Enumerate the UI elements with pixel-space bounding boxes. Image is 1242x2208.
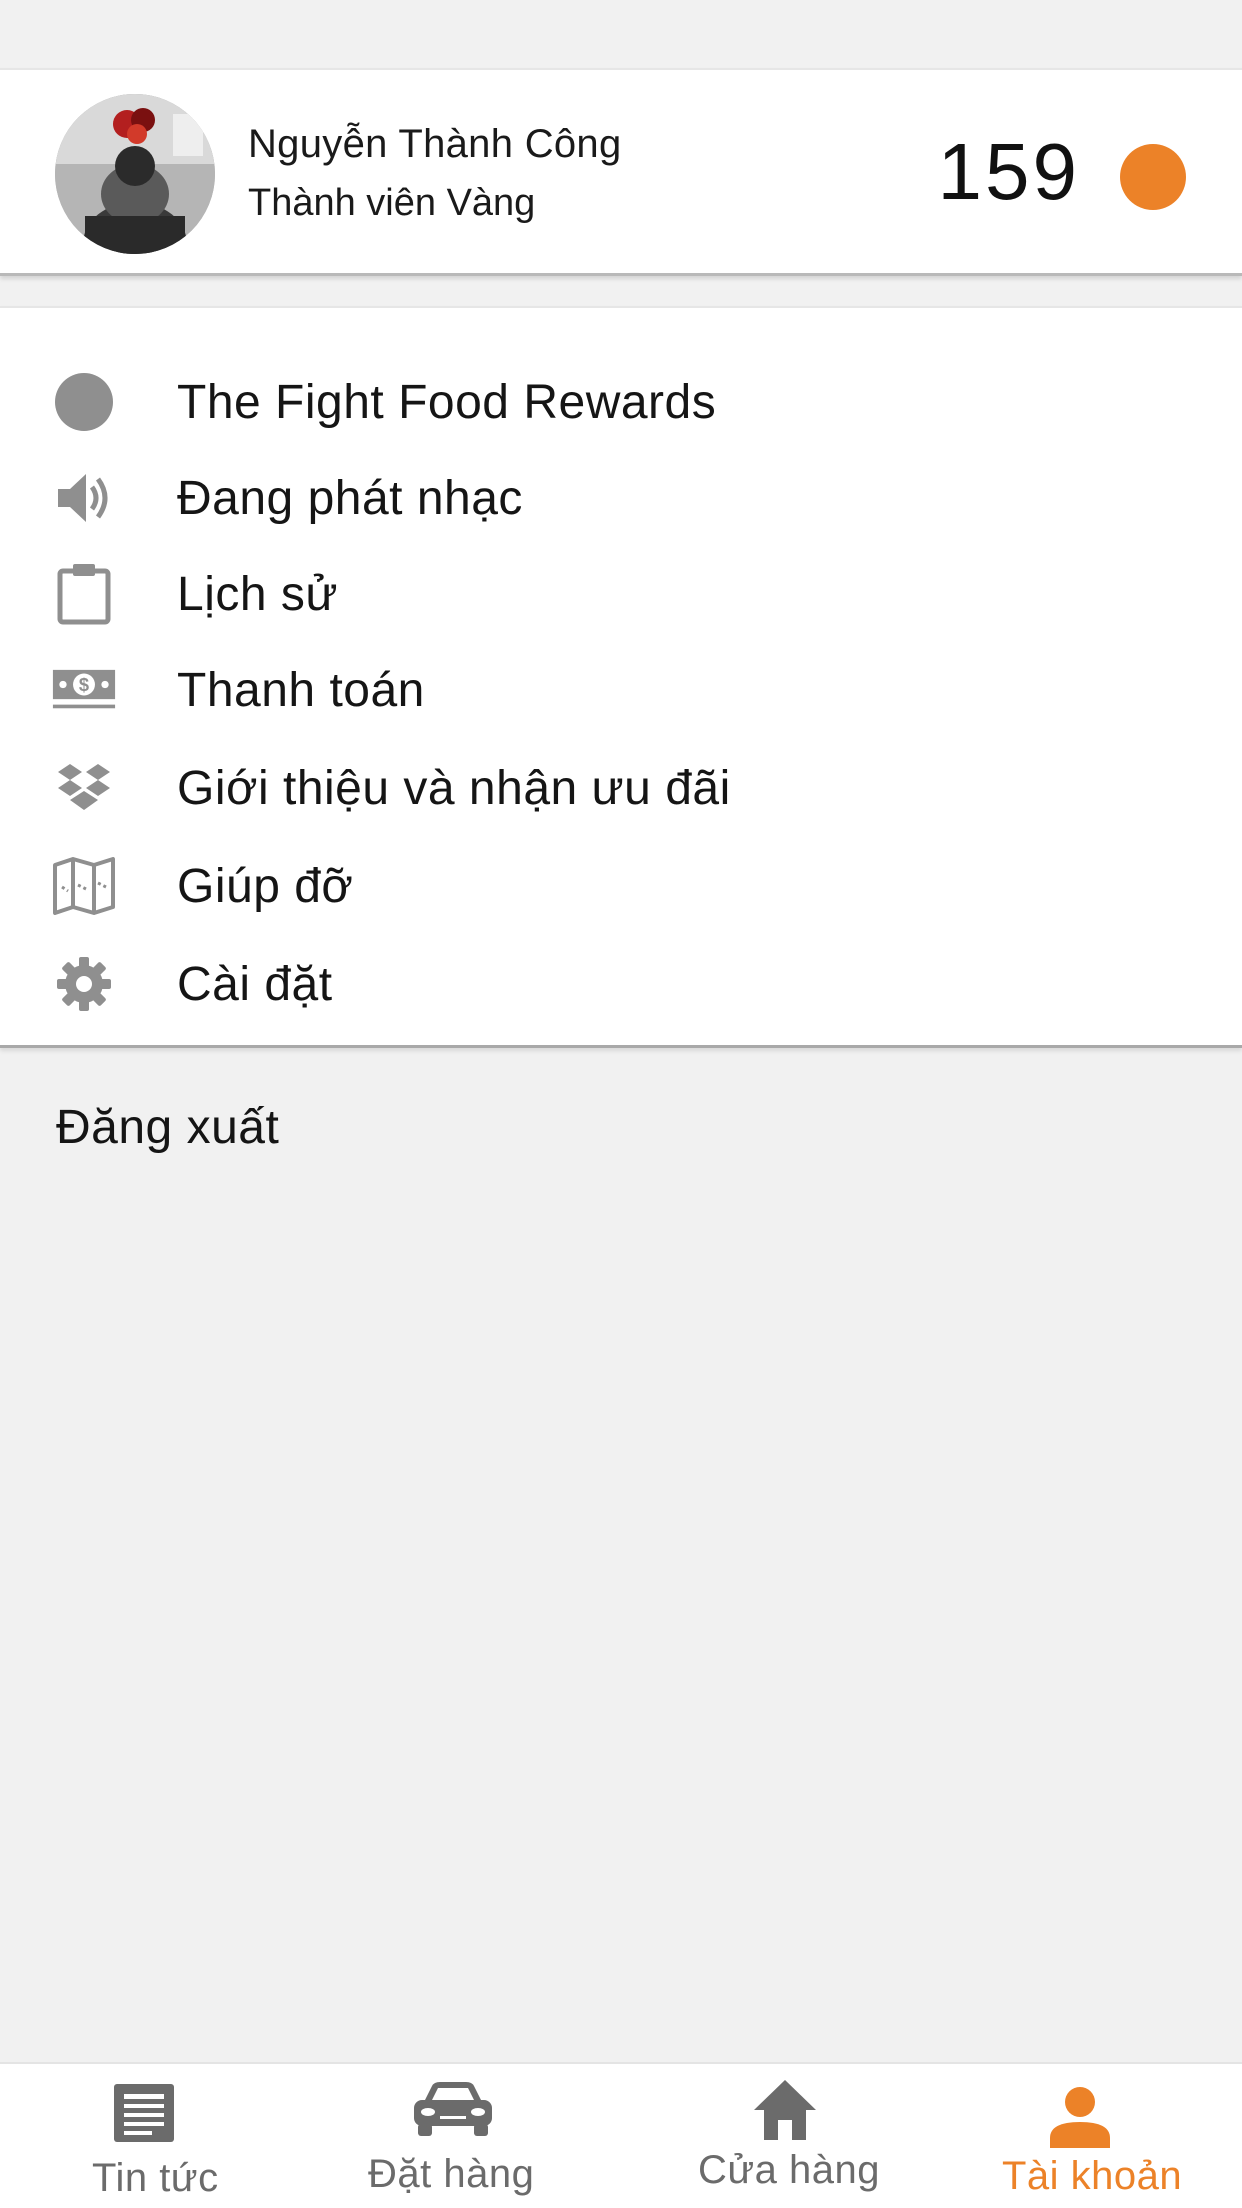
account-menu: The Fight Food Rewards Đang phát nhạc Lị… [0,306,1242,1048]
tab-label: Đặt hàng [368,2152,535,2196]
points-balance: 159 [937,127,1080,216]
user-name: Nguyễn Thành Công [248,122,622,166]
logout-button[interactable]: Đăng xuất [56,1100,279,1155]
account-screen: Nguyễn Thành Công Thành viên Vàng 159 Th… [0,0,1242,2208]
news-icon [112,2082,178,2149]
menu-item-label: The Fight Food Rewards [177,375,717,429]
tab-label: Tài khoản [1002,2154,1183,2198]
menu-item-label: Thanh toán [177,663,425,717]
speaker-icon [52,466,116,530]
menu-item-help[interactable]: Giúp đỡ [0,838,1242,934]
menu-item-label: Lịch sử [177,567,339,621]
menu-item-settings[interactable]: Cài đặt [0,936,1242,1032]
membership-tier: Thành viên Vàng [248,182,536,224]
dropbox-icon [52,756,116,820]
menu-item-rewards[interactable]: The Fight Food Rewards [0,354,1242,450]
bottom-nav: Tin tức Đặt hàng Cửa hàng Tài khoản [0,2062,1242,2208]
tab-order[interactable]: Đặt hàng [360,2064,580,2208]
menu-item-label: Cài đặt [177,957,333,1011]
car-icon [410,2080,496,2143]
gear-icon [52,952,116,1016]
circle-icon [52,370,116,434]
tab-news[interactable]: Tin tức [60,2064,260,2208]
menu-item-history[interactable]: Lịch sử [0,546,1242,642]
profile-card[interactable]: Nguyễn Thành Công Thành viên Vàng 159 [0,68,1242,276]
menu-item-label: Giúp đỡ [177,859,354,913]
tab-label: Cửa hàng [698,2148,881,2192]
menu-item-label: Giới thiệu và nhận ưu đãi [177,761,731,815]
home-icon [752,2078,818,2147]
menu-item-now-playing[interactable]: Đang phát nhạc [0,450,1242,546]
clipboard-icon [52,562,116,626]
avatar[interactable] [55,94,215,254]
tab-store[interactable]: Cửa hàng [690,2064,910,2208]
money-icon: $ [52,658,116,722]
menu-item-referral[interactable]: Giới thiệu và nhận ưu đãi [0,740,1242,836]
svg-text:$: $ [79,674,89,695]
tab-label: Tin tức [92,2156,219,2200]
points-coin-icon [1120,144,1186,210]
menu-item-label: Đang phát nhạc [177,471,523,525]
map-icon [52,854,116,918]
menu-item-payment[interactable]: $ Thanh toán [0,642,1242,738]
person-icon [1048,2086,1112,2153]
tab-account[interactable]: Tài khoản [990,2064,1210,2208]
